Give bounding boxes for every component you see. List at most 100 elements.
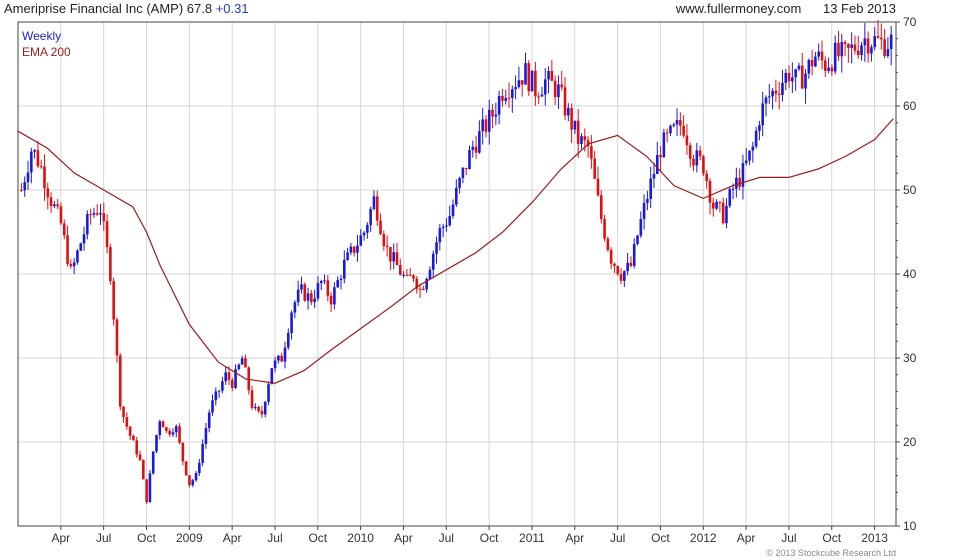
legend: Weekly EMA 200 xyxy=(22,28,71,60)
candle-body xyxy=(165,427,168,431)
candle-body xyxy=(580,136,583,144)
candle-body xyxy=(616,266,620,275)
candle-body xyxy=(850,44,853,48)
candle-body xyxy=(553,80,557,98)
candle-body xyxy=(468,149,471,170)
candle-body xyxy=(547,70,550,80)
candle-body xyxy=(227,372,231,380)
candle-body xyxy=(721,202,725,224)
candle-body xyxy=(56,204,59,207)
grid-lines xyxy=(18,21,896,527)
price-chart: 10 20 30 40 50 60 70 Apr Jul Oct 2009 Apr Jul Oct 201… xyxy=(17,15,917,545)
candle-body xyxy=(62,223,66,236)
candle-body xyxy=(372,196,376,210)
candle-body xyxy=(296,289,300,303)
candle-body xyxy=(46,188,50,198)
candle-body xyxy=(395,252,399,266)
candle-body xyxy=(817,51,821,57)
candle-body xyxy=(889,34,893,50)
candle-body xyxy=(504,97,508,101)
candle-body xyxy=(221,381,224,391)
candle-body xyxy=(774,90,778,94)
candle-body xyxy=(250,390,254,408)
candle-body xyxy=(333,287,336,305)
candle-body xyxy=(471,146,475,150)
candle-body xyxy=(646,198,649,203)
candle-body xyxy=(23,182,27,191)
candle-body xyxy=(728,189,732,206)
candle-body xyxy=(270,368,274,385)
candle-body xyxy=(158,421,162,435)
x-tick-label: 2012 xyxy=(690,531,717,545)
candle-body xyxy=(451,204,455,216)
candle-body xyxy=(263,401,267,415)
candle-body xyxy=(405,274,409,276)
candle-body xyxy=(207,412,211,429)
candle-body xyxy=(596,178,600,196)
candle-body xyxy=(863,38,867,46)
candle-body xyxy=(550,70,554,81)
candle-body xyxy=(692,158,695,166)
candle-body xyxy=(567,108,570,116)
candle-body xyxy=(639,219,643,236)
candle-body xyxy=(823,60,827,71)
candle-body xyxy=(244,358,247,368)
candle-body xyxy=(764,97,768,104)
candle-body xyxy=(105,221,109,248)
candle-body xyxy=(629,262,633,266)
candle-body xyxy=(876,36,880,38)
candle-body xyxy=(217,390,221,392)
candle-body xyxy=(201,443,204,463)
candle-body xyxy=(478,131,481,153)
candle-body xyxy=(870,47,873,54)
candle-body xyxy=(632,244,636,266)
candle-body xyxy=(517,80,521,88)
x-tick-label: 2010 xyxy=(347,531,374,545)
x-tick-label: Oct xyxy=(822,531,841,545)
x-tick-label: Jul xyxy=(267,531,282,545)
candle-body xyxy=(837,42,840,57)
candle-body xyxy=(675,120,679,125)
x-tick-label: Oct xyxy=(137,531,156,545)
candle-body xyxy=(445,225,448,227)
candle-body xyxy=(316,283,320,299)
candle-body xyxy=(794,69,797,78)
candle-body xyxy=(112,281,115,320)
candle-body xyxy=(758,125,761,131)
candle-body xyxy=(642,202,646,220)
y-tick-label: 10 xyxy=(903,519,917,533)
candle-body xyxy=(464,167,468,170)
candle-body xyxy=(385,245,389,248)
candle-body xyxy=(254,406,257,408)
candle-body xyxy=(30,151,33,173)
candle-body xyxy=(711,202,715,209)
y-tick-label: 70 xyxy=(903,15,917,29)
ema-200-line xyxy=(17,118,894,384)
candle-body xyxy=(715,201,718,209)
legend-ema: EMA 200 xyxy=(22,45,71,59)
candle-body xyxy=(810,60,814,67)
candle-body xyxy=(20,190,23,191)
candle-body xyxy=(188,475,191,486)
candle-body xyxy=(148,473,152,503)
candle-body xyxy=(178,426,181,443)
candle-body xyxy=(797,65,801,70)
x-tick-label: Apr xyxy=(223,531,242,545)
candle-body xyxy=(399,265,402,275)
candle-body xyxy=(655,154,659,175)
candle-body xyxy=(72,262,76,267)
candle-body xyxy=(283,347,287,362)
candle-body xyxy=(49,197,53,207)
candle-body xyxy=(303,284,307,301)
candle-body xyxy=(389,247,392,262)
candle-body xyxy=(194,473,198,481)
candle-body xyxy=(873,36,877,48)
candle-body xyxy=(95,212,99,215)
candle-body xyxy=(511,89,514,98)
candle-body xyxy=(685,135,689,146)
candle-body xyxy=(198,462,201,474)
candle-body xyxy=(827,67,830,71)
candle-body xyxy=(474,146,478,153)
candle-body xyxy=(679,120,682,126)
candle-body xyxy=(481,119,484,132)
